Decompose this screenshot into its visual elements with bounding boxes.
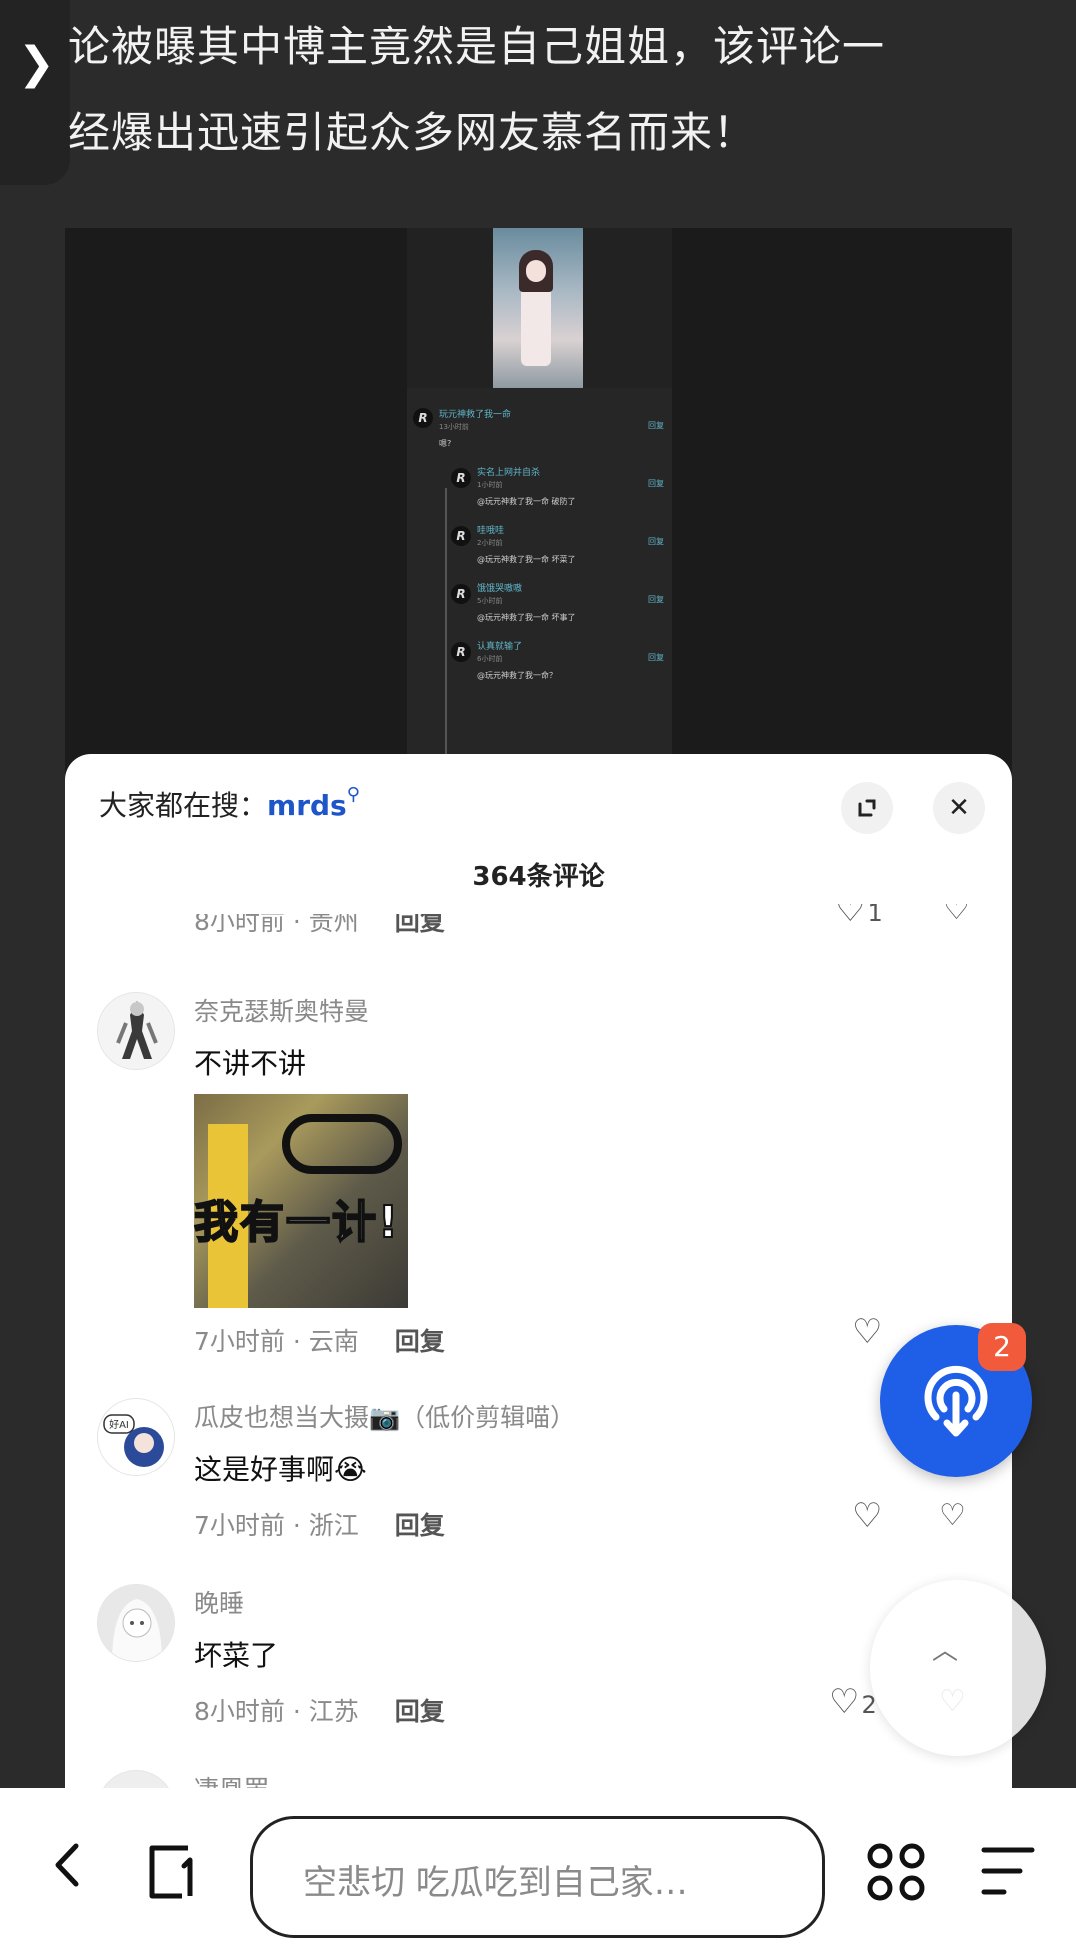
meme-caption: 我有一计!: [194, 1196, 401, 1249]
like-icon[interactable]: ♡2: [829, 1682, 877, 1722]
reply-button[interactable]: 回复: [395, 1511, 445, 1540]
avatar[interactable]: [97, 992, 175, 1070]
expand-icon[interactable]: [841, 782, 893, 834]
avatar[interactable]: [97, 1584, 175, 1662]
svg-text:好AI: 好AI: [109, 1419, 129, 1431]
comment-count: 364条评论: [472, 862, 605, 892]
embedded-phone-screen: R 玩元神救了我一命 13小时前 嗯? 回复 R 实名上网并自杀 1小时前 @玩…: [407, 228, 672, 788]
embedded-comment: R 饿饿哭嗷嗷 5小时前 @玩元神救了我一命 坏事了 回复: [407, 576, 672, 636]
comment-meta: 8小时前 · 江苏 回复: [194, 1697, 445, 1726]
bottom-toolbar: 空悲切 吃瓜吃到自己家…: [0, 1788, 1076, 1948]
meme-image[interactable]: 我有一计!: [194, 1094, 408, 1308]
comment-username[interactable]: 晚睡: [194, 1584, 244, 1620]
menu-icon[interactable]: [980, 1844, 1036, 1902]
avatar[interactable]: 好AI: [97, 1398, 175, 1476]
comment-text: 这是好事啊😭: [194, 1453, 367, 1486]
embedded-comment-thread: R 玩元神救了我一命 13小时前 嗯? 回复 R 实名上网并自杀 1小时前 @玩…: [407, 388, 672, 788]
article-body: 论被曝其中博主竟然是自己姐姐，该评论一 经爆出迅速引起众多网友慕名而来！: [68, 4, 1058, 176]
avatar[interactable]: [97, 1770, 175, 1788]
comment-meta: 7小时前 · 浙江 回复: [194, 1511, 445, 1540]
search-hint-prefix: 大家都在搜：: [99, 789, 268, 822]
like-icon[interactable]: ♡: [852, 1496, 882, 1536]
comment-username[interactable]: 凄凰罢: [194, 1770, 269, 1788]
search-bar[interactable]: 空悲切 吃瓜吃到自己家…: [250, 1816, 825, 1938]
like-icon[interactable]: ♡1: [835, 904, 883, 938]
side-drawer-tab[interactable]: ❯: [0, 0, 70, 185]
comment-text: 不讲不讲: [194, 1047, 307, 1080]
embedded-comment: R 哇哦哇 2小时前 @玩元神救了我一命 坏菜了 回复: [407, 518, 672, 578]
article-line-2: 经爆出迅速引起众多网友慕名而来！: [68, 108, 757, 157]
search-placeholder: 空悲切 吃瓜吃到自己家…: [303, 1863, 688, 1903]
dislike-icon[interactable]: ♡: [939, 1498, 966, 1533]
comment-username[interactable]: 瓜皮也想当大摄📷（低价剪辑喵）: [194, 1398, 575, 1434]
comment-meta: 7小时前 · 云南 回复: [194, 1327, 445, 1356]
search-mini-icon: ⚲: [346, 784, 360, 805]
trending-search-hint[interactable]: 大家都在搜：mrds⚲: [99, 784, 360, 824]
embedded-comment: R 认真就输了 6小时前 @玩元神救了我一命？ 回复: [407, 634, 672, 694]
video-thumbnail: [493, 228, 583, 388]
chevron-right-icon: ❯: [18, 38, 55, 89]
search-hint-keyword[interactable]: mrds: [267, 789, 347, 822]
dislike-icon[interactable]: ♡: [943, 904, 970, 938]
comment-text: 坏菜了: [194, 1639, 279, 1672]
back-icon[interactable]: [50, 1838, 84, 1896]
scroll-to-top-button[interactable]: ︿: [870, 1580, 1046, 1756]
article-line-1: 论被曝其中博主竟然是自己姐姐，该评论一: [68, 22, 886, 71]
reply-button[interactable]: 回复: [395, 1697, 445, 1726]
like-icon[interactable]: ♡: [852, 1312, 882, 1352]
comment-username[interactable]: 奈克瑟斯奥特曼: [194, 992, 369, 1028]
previous-comment-meta: 8小时前 · 贵州 回复: [194, 914, 445, 936]
embedded-comment: R 实名上网并自杀 1小时前 @玩元神救了我一命 破防了 回复: [407, 460, 672, 520]
notification-badge: 2: [978, 1323, 1026, 1371]
caret-up-icon: ︿: [931, 1636, 958, 1666]
apps-grid-icon[interactable]: [866, 1842, 926, 1906]
reply-button[interactable]: 回复: [395, 1327, 445, 1356]
embedded-comment: R 玩元神救了我一命 13小时前 嗯? 回复: [407, 402, 672, 462]
close-icon[interactable]: ✕: [933, 782, 985, 834]
tabs-icon[interactable]: [144, 1842, 204, 1906]
download-fab[interactable]: 2: [880, 1323, 1032, 1477]
